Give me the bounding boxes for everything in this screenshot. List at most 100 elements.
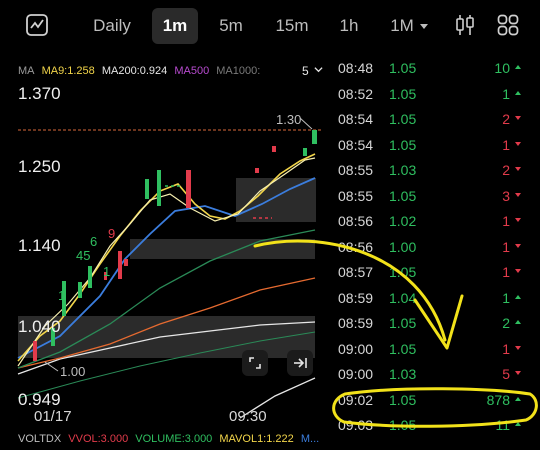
trade-time: 08:54 — [338, 136, 374, 153]
time-and-sales-list[interactable]: 08:48 1.05 10 08:52 1.05 1 08:54 1.05 2 08:54 1.05… — [330, 60, 540, 450]
triangle-down-icon — [515, 192, 521, 197]
trade-price: 1.04 — [389, 289, 417, 306]
trade-row: 08:54 1.05 1 — [330, 137, 540, 163]
trade-time: 09:00 — [338, 366, 374, 382]
grid-icon[interactable] — [496, 13, 520, 37]
trade-row: 09:03 1.05 11 — [330, 417, 540, 443]
level-number: 1 — [103, 264, 110, 279]
trade-price: 1.05 — [389, 417, 417, 433]
price-chart[interactable]: MA MA9:1.258 MA200:0.924 MA500 MA1000: 5 — [0, 56, 330, 450]
trade-row: 08:56 1.00 1 — [330, 239, 540, 265]
trade-qty: 1 — [502, 85, 510, 102]
trade-time: 08:56 — [338, 213, 374, 229]
trade-qty: 1 — [502, 340, 510, 357]
volume-legend-item: MAVOL1:1.222 — [219, 433, 294, 445]
trade-qty: 10 — [494, 60, 510, 76]
level-number: 45 — [76, 248, 90, 263]
fullscreen-button[interactable] — [242, 350, 268, 376]
candle — [157, 170, 161, 206]
triangle-up-icon — [515, 422, 521, 426]
scroll-to-latest-button[interactable] — [287, 350, 313, 376]
trade-price: 1.02 — [389, 213, 417, 229]
triangle-up-icon — [515, 65, 521, 69]
trade-time: 08:48 — [338, 60, 374, 76]
trade-price: 1.03 — [389, 366, 417, 382]
trade-price: 1.05 — [389, 264, 417, 280]
triangle-down-icon — [515, 371, 521, 375]
trade-time: 08:55 — [338, 187, 374, 204]
trade-qty: 5 — [502, 366, 510, 382]
trade-time: 09:00 — [338, 340, 374, 357]
triangle-up-icon — [515, 396, 521, 401]
trade-price: 1.03 — [389, 162, 417, 178]
triangle-down-icon — [515, 218, 521, 222]
trade-qty: 1 — [502, 264, 510, 280]
tab-1m[interactable]: 1m — [152, 8, 198, 44]
candle — [118, 251, 122, 279]
triangle-down-icon — [515, 345, 521, 350]
jump-to-end-icon — [294, 358, 307, 368]
x-axis-label: 01/17 — [34, 408, 72, 425]
last-price-tag: 1.30 — [276, 112, 301, 127]
candlestick-icon[interactable] — [453, 13, 477, 37]
trade-price: 1.05 — [389, 340, 417, 357]
candle — [272, 146, 276, 152]
trade-qty: 1 — [502, 289, 510, 306]
candle — [145, 179, 149, 199]
fullscreen-icon — [249, 357, 261, 369]
trade-row: 08:59 1.04 1 — [330, 290, 540, 316]
triangle-down-icon — [515, 243, 521, 248]
trade-time: 08:52 — [338, 85, 374, 102]
trade-qty: 3 — [502, 187, 510, 204]
tab-1h[interactable]: 1h — [332, 8, 366, 44]
trade-time: 08:57 — [338, 264, 374, 280]
trade-time: 08:56 — [338, 238, 374, 255]
trade-qty: 878 — [486, 391, 510, 408]
triangle-down-icon — [515, 141, 521, 146]
candle — [124, 259, 128, 266]
trade-qty: 2 — [502, 111, 510, 127]
trade-price: 1.05 — [389, 391, 417, 408]
candle — [303, 148, 307, 156]
trade-price: 1.00 — [389, 238, 417, 255]
line-chart-icon[interactable] — [25, 13, 49, 37]
volume-legend: VOLTDX VVOL:3.000 VOLUME:3.000 MAVOL1:1.… — [18, 433, 323, 445]
volume-legend-item: VOLUME:3.000 — [135, 433, 213, 445]
level-number: 6 — [90, 234, 97, 249]
price-tag-leader — [299, 117, 313, 130]
tab-5m[interactable]: 5m — [212, 8, 250, 44]
triangle-up-icon — [515, 294, 521, 299]
candle — [78, 282, 82, 298]
candle — [255, 168, 259, 173]
level-number: 9 — [108, 226, 115, 241]
trade-price: 1.05 — [389, 315, 417, 331]
trade-row: 09:02 1.05 878 — [330, 392, 540, 418]
volume-legend-item: M... — [300, 433, 320, 445]
tab-15m[interactable]: 15m — [270, 8, 314, 44]
candle — [312, 130, 317, 144]
trade-time: 09:02 — [338, 391, 374, 408]
tab-1m-month-label: 1M — [390, 16, 414, 35]
candle — [186, 170, 191, 208]
trade-row: 09:00 1.03 5 — [330, 366, 540, 392]
volume-legend-item: VVOL:3.000 — [68, 433, 129, 445]
tab-daily[interactable]: Daily — [86, 8, 138, 44]
y-axis-label: 1.040 — [18, 317, 61, 336]
tab-1m-month[interactable]: 1M — [386, 8, 432, 44]
y-axis-label: 0.949 — [18, 390, 61, 409]
low-tag-leader — [44, 361, 59, 372]
trade-time: 08:55 — [338, 162, 374, 178]
trade-row: 08:59 1.05 2 — [330, 315, 540, 341]
trade-qty: 11 — [495, 417, 510, 433]
triangle-down-icon — [515, 116, 521, 120]
volume-legend-item: VOLTDX — [18, 433, 62, 445]
range-box — [236, 178, 316, 222]
trade-row: 09:00 1.05 1 — [330, 341, 540, 367]
trade-time: 09:03 — [338, 417, 374, 433]
chevron-down-icon — [419, 24, 428, 30]
trade-price: 1.05 — [389, 136, 417, 153]
level-number: 1 — [58, 288, 65, 303]
trade-price: 1.05 — [389, 85, 417, 102]
timeframe-toolbar: Daily 1m 5m 15m 1h 1M — [0, 0, 540, 54]
trade-qty: 1 — [502, 238, 510, 255]
